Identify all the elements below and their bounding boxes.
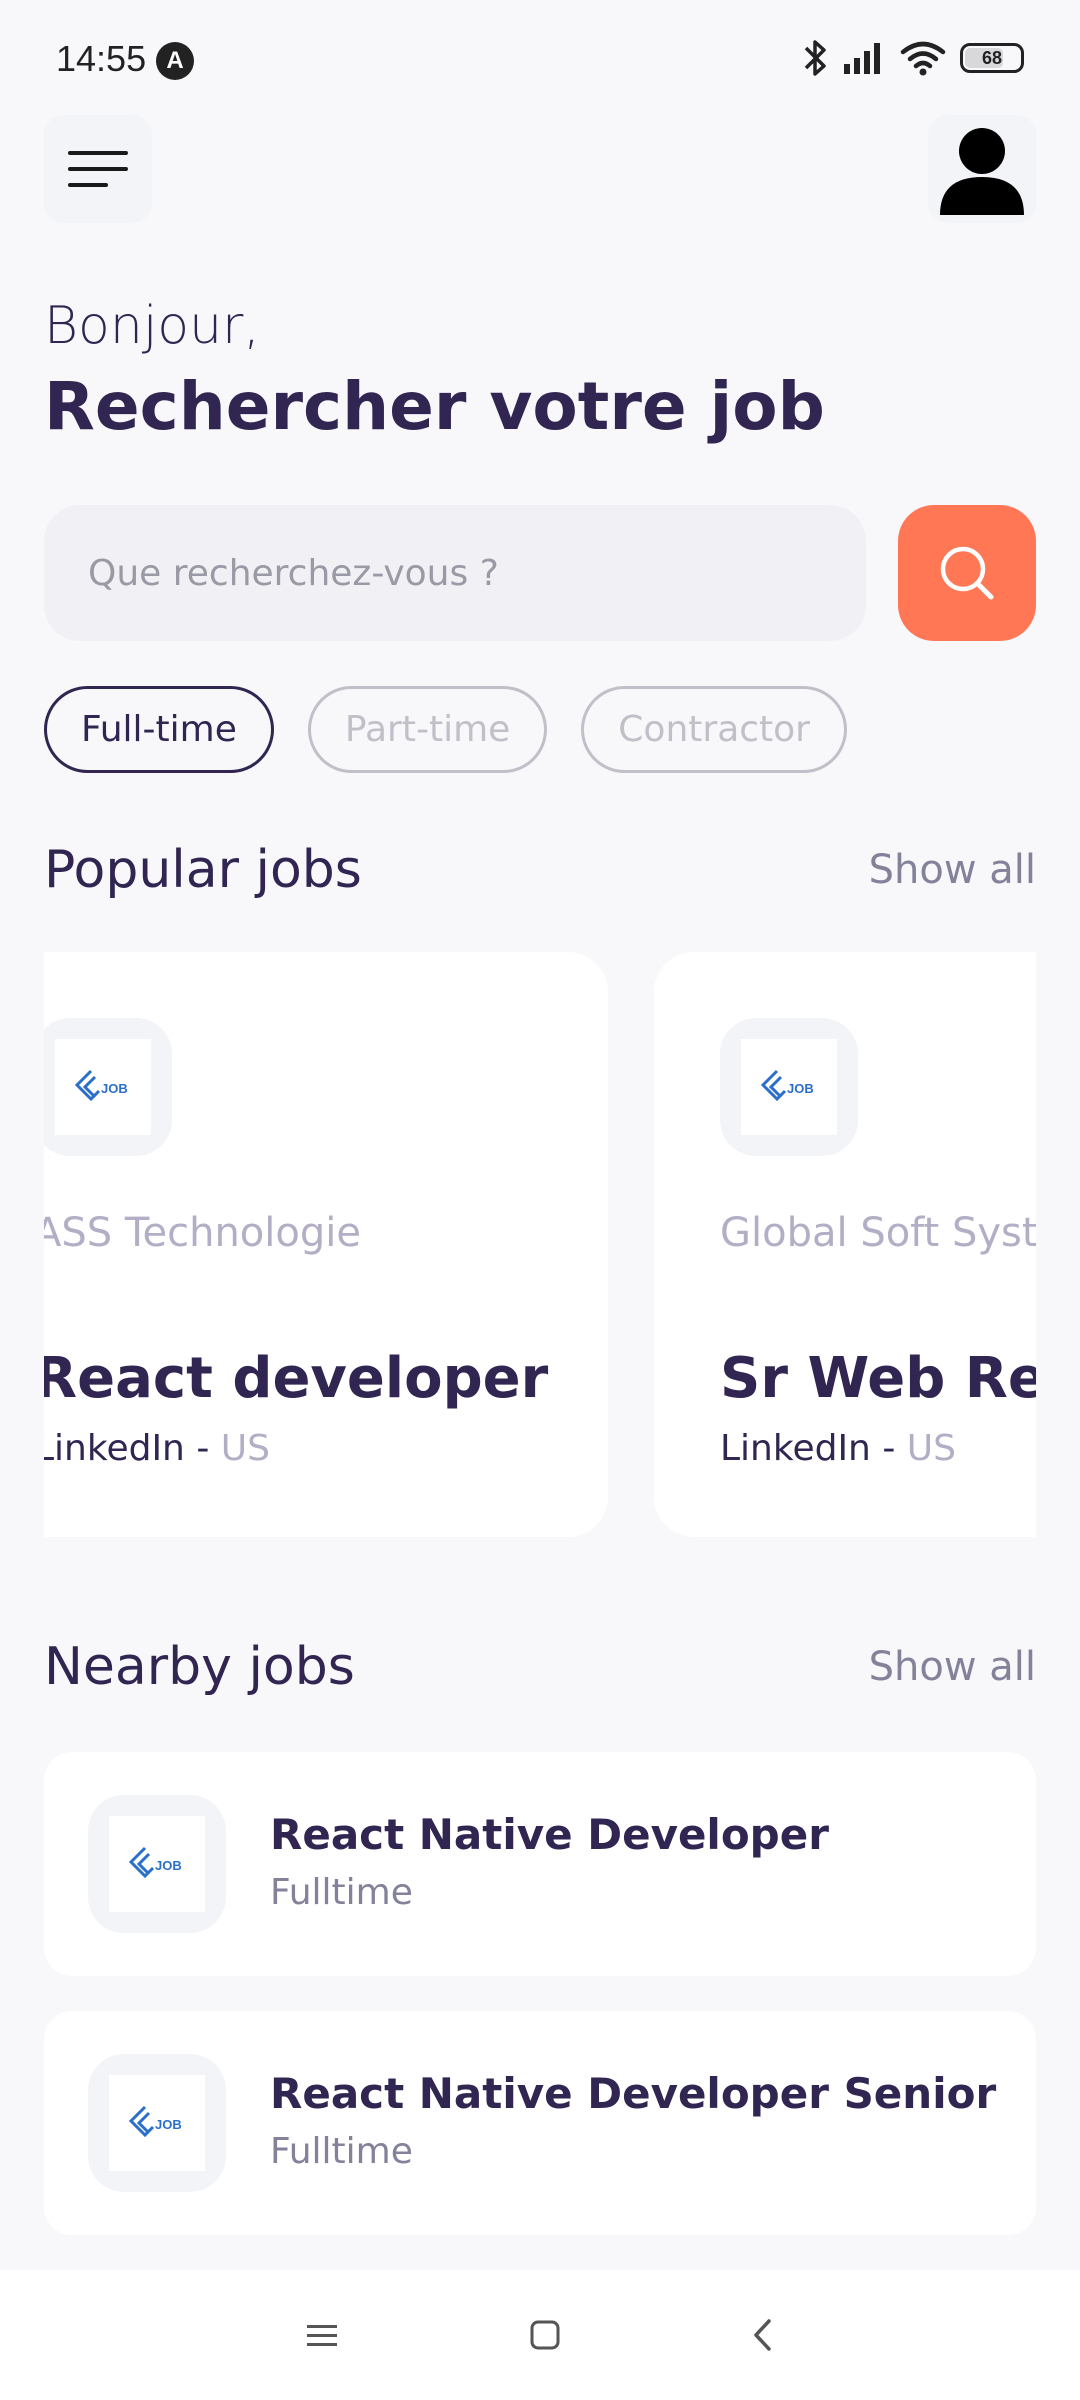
- job-type: Fulltime: [270, 2131, 413, 2172]
- popular-job-card[interactable]: JOB Global Soft Systems Sr Web React Lin…: [654, 952, 1036, 1537]
- company-name: ASS Technologie: [44, 1210, 361, 1256]
- notification-icon: A: [156, 42, 194, 80]
- svg-text:JOB: JOB: [155, 2117, 182, 2132]
- popular-jobs-carousel[interactable]: JOB ASS Technologie React developer Link…: [44, 952, 1036, 1537]
- status-time: 14:55: [56, 38, 147, 79]
- company-logo: JOB: [720, 1018, 858, 1156]
- job-country: US: [906, 1428, 956, 1469]
- nearby-jobs-header: Nearby jobs Show all: [44, 1637, 1036, 1697]
- back-icon[interactable]: [751, 2318, 775, 2352]
- company-logo: JOB: [88, 2054, 226, 2192]
- company-logo: JOB: [44, 1018, 172, 1156]
- nearby-jobs-title: Nearby jobs: [44, 1637, 355, 1697]
- popular-jobs-header: Popular jobs Show all: [44, 840, 1036, 900]
- job-country: US: [220, 1428, 270, 1469]
- meta-separator: -: [184, 1428, 221, 1469]
- search-icon: [940, 546, 994, 600]
- job-type: Fulltime: [270, 1872, 413, 1913]
- hamburger-menu-icon: [68, 151, 128, 187]
- search-input[interactable]: [44, 505, 866, 641]
- home-icon[interactable]: [529, 2319, 561, 2351]
- battery-icon: 68: [960, 43, 1024, 73]
- status-icons: 68: [802, 36, 1024, 80]
- job-title: React developer: [44, 1346, 549, 1411]
- nearby-show-all-link[interactable]: Show all: [869, 1644, 1036, 1690]
- tab-part-time[interactable]: Part-time: [307, 686, 548, 773]
- publisher-name: LinkedIn: [720, 1428, 871, 1469]
- nearby-job-card[interactable]: JOB React Native Developer Senior Fullti…: [44, 2011, 1036, 2235]
- status-bar: 14:55 A 68: [0, 0, 1080, 110]
- job-type-tabs: Full-time Part-time Contractor: [44, 686, 847, 773]
- recent-apps-icon[interactable]: [305, 2321, 339, 2349]
- company-logo: JOB: [88, 1795, 226, 1933]
- job-logo-icon: JOB: [128, 1846, 182, 1879]
- job-title: React Native Developer: [270, 1810, 829, 1859]
- tab-full-time[interactable]: Full-time: [44, 686, 274, 773]
- profile-button[interactable]: [928, 115, 1036, 223]
- popular-jobs-title: Popular jobs: [44, 840, 362, 900]
- job-publisher: LinkedIn - US: [44, 1428, 270, 1469]
- greeting-text: Bonjour,: [44, 296, 260, 356]
- page-title: Rechercher votre job: [44, 368, 825, 445]
- user-avatar-icon: [940, 128, 1024, 215]
- popular-show-all-link[interactable]: Show all: [869, 847, 1036, 893]
- svg-text:JOB: JOB: [155, 1858, 182, 1873]
- tab-contractor[interactable]: Contractor: [581, 686, 847, 773]
- meta-separator: -: [870, 1428, 907, 1469]
- nearby-job-card[interactable]: JOB React Native Developer Fulltime: [44, 1752, 1036, 1976]
- job-publisher: LinkedIn - US: [720, 1428, 956, 1469]
- job-logo-icon: JOB: [128, 2105, 182, 2138]
- job-title: Sr Web React: [720, 1346, 1036, 1411]
- bluetooth-icon: [804, 40, 826, 76]
- menu-button[interactable]: [44, 115, 152, 223]
- job-logo-icon: JOB: [760, 1069, 814, 1102]
- svg-text:JOB: JOB: [787, 1081, 814, 1096]
- wifi-icon: [900, 41, 946, 76]
- search-button[interactable]: [898, 505, 1036, 641]
- popular-job-card[interactable]: JOB ASS Technologie React developer Link…: [44, 952, 608, 1537]
- company-name: Global Soft Systems: [720, 1210, 1036, 1256]
- system-nav-bar: [0, 2270, 1080, 2400]
- search-field[interactable]: [44, 505, 866, 641]
- signal-icon: [844, 43, 880, 74]
- publisher-name: LinkedIn: [44, 1428, 185, 1469]
- job-title: React Native Developer Senior: [270, 2069, 997, 2118]
- job-logo-icon: JOB: [74, 1069, 128, 1102]
- svg-text:JOB: JOB: [101, 1081, 128, 1096]
